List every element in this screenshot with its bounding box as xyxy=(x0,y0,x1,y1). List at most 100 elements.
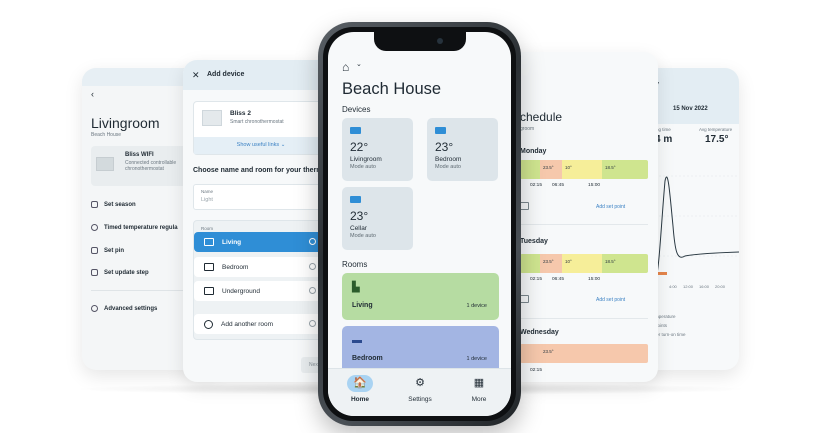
menu-item-set-season[interactable]: Set season xyxy=(91,201,136,208)
close-icon[interactable]: ✕ xyxy=(192,70,200,81)
room-card-living[interactable]: ▙ Living 1 device xyxy=(342,273,499,320)
segment: 18.5° xyxy=(602,254,648,273)
device-count: 1 device xyxy=(466,356,488,362)
axis-tick: 12:00 xyxy=(683,284,694,289)
device-card-bedroom[interactable]: 23° Bedroom Mode auto xyxy=(427,118,498,181)
home-screen: ⌂ ⌄ Beach House Devices 22° Livingroom M… xyxy=(328,32,511,416)
name-field[interactable]: Name Light xyxy=(193,184,333,210)
menu-item-set-pin[interactable]: Set pin xyxy=(91,247,124,254)
room-option-underground[interactable]: Underground xyxy=(194,281,322,301)
device-card-cellar[interactable]: 23° Cellar Mode auto xyxy=(342,187,413,250)
header: ✕ Add device xyxy=(183,60,333,90)
radio-icon xyxy=(309,263,316,270)
schedule-bar-monday[interactable]: 23.5° 10° 18.5° xyxy=(520,160,648,179)
thermostat-icon xyxy=(350,196,361,203)
bed-icon xyxy=(204,263,214,271)
radio-icon xyxy=(309,238,316,245)
device-card: Bliss 2 Smart chronothermostat Show usef… xyxy=(193,101,329,155)
devices-heading: Devices xyxy=(342,105,371,114)
season-icon xyxy=(91,201,98,208)
tab-label: More xyxy=(471,396,487,403)
menu-item-advanced-settings[interactable]: Advanced settings xyxy=(91,305,157,312)
device-name: Bliss WIFI xyxy=(125,152,154,158)
underground-icon xyxy=(204,287,214,295)
day-monday: Monday xyxy=(520,148,547,155)
grid-icon: ▦ xyxy=(473,377,485,389)
divider xyxy=(520,224,648,225)
add-set-point-link[interactable]: Add set point xyxy=(596,204,625,210)
legend-item: ter turn-on time xyxy=(655,332,686,337)
back-icon[interactable]: ‹ xyxy=(91,89,94,99)
thermostat-icon xyxy=(96,157,114,171)
device-count: 1 device xyxy=(466,303,488,309)
device-mode: Mode auto xyxy=(350,233,376,239)
app-showcase: ‹ Livingroom Beach House Bliss WIFI Conn… xyxy=(0,0,822,433)
axis-tick: 20:00 xyxy=(715,284,726,289)
tab-label: Settings xyxy=(408,396,432,403)
tab-home[interactable]: 🏠 Home xyxy=(330,369,390,416)
house-icon[interactable]: ⌂ xyxy=(342,60,349,74)
time-labels: 02:15 06:45 15:00 xyxy=(530,277,601,282)
add-another-room-button[interactable]: Add another room xyxy=(194,314,322,334)
field-label: Room xyxy=(201,226,214,231)
segment: 18.5° xyxy=(602,160,648,179)
temperature: 23° xyxy=(350,209,369,223)
device-mode: Mode auto xyxy=(435,164,461,170)
tab-settings[interactable]: ⚙ Settings xyxy=(390,369,450,416)
schedule-bar-tuesday[interactable]: 23.5° 10° 18.5° xyxy=(520,254,648,273)
axis-tick: 16:00 xyxy=(699,284,710,289)
page-subtitle: Beach House xyxy=(91,132,122,138)
page-title: Add device xyxy=(207,71,245,78)
notch xyxy=(374,32,466,51)
schedule-bar-wednesday[interactable]: 23.5° xyxy=(520,344,648,363)
radio-icon xyxy=(309,320,316,327)
house-icon: 🏠 xyxy=(347,375,373,392)
segment: 23.5° xyxy=(540,344,648,363)
device-name: Bliss 2 xyxy=(230,110,251,117)
camera xyxy=(437,38,443,44)
temperature: 23° xyxy=(435,140,454,154)
room-card-bedroom[interactable]: ▬ Bedroom 1 device xyxy=(342,326,499,373)
segment xyxy=(520,254,540,273)
segment xyxy=(520,160,540,179)
plus-icon xyxy=(204,319,213,329)
tab-more[interactable]: ▦ More xyxy=(449,369,509,416)
section-heading: Choose name and room for your thermos xyxy=(193,167,331,174)
phone-frame: ⌂ ⌄ Beach House Devices 22° Livingroom M… xyxy=(318,22,521,426)
schedule-screen: chedule groom Monday 23.5° 10° 18.5° 02:… xyxy=(510,52,658,382)
menu-item-timed-temperature[interactable]: Timed temperature regula xyxy=(91,224,178,231)
sofa-icon: ▙ xyxy=(352,282,360,293)
room-name: Living xyxy=(352,302,373,309)
tab-bar: 🏠 Home ⚙ Settings ▦ More xyxy=(328,368,511,416)
page-subtitle: groom xyxy=(520,126,535,132)
show-useful-links-button[interactable]: Show useful links ⌄ xyxy=(194,137,328,154)
field-value: Light xyxy=(201,197,213,203)
segment: 10° xyxy=(562,254,602,273)
copy-icon[interactable] xyxy=(520,202,529,210)
day-wednesday: Wednesday xyxy=(520,329,559,336)
page-title: chedule xyxy=(520,110,563,124)
temperature: 22° xyxy=(350,140,369,154)
bed-icon: ▬ xyxy=(352,335,362,346)
add-set-point-link[interactable]: Add set point xyxy=(596,297,625,303)
page-title: Beach House xyxy=(342,80,442,98)
menu-item-set-update-step[interactable]: Set update step xyxy=(91,269,149,276)
add-device-screen: ✕ Add device Bliss 2 Smart chronothermos… xyxy=(183,60,333,382)
copy-icon[interactable] xyxy=(520,295,529,303)
date-selector[interactable]: 15 Nov 2022 xyxy=(673,106,708,112)
temperature-graph xyxy=(655,175,739,282)
device-card-livingroom[interactable]: 22° Livingroom Mode auto xyxy=(342,118,413,181)
device-name: Cellar xyxy=(350,225,367,232)
device-mode: Mode auto xyxy=(350,164,376,170)
chevron-down-icon[interactable]: ⌄ xyxy=(356,60,362,68)
sofa-icon xyxy=(204,238,214,246)
field-label: Name xyxy=(201,189,214,194)
room-option-living[interactable]: Living xyxy=(194,232,322,252)
device-name: Livingroom xyxy=(350,156,382,163)
segment: 23.5° xyxy=(540,254,562,273)
room-option-bedroom[interactable]: Bedroom xyxy=(194,257,322,277)
axis-tick: 4:00 xyxy=(669,284,677,289)
time-labels: 02:15 xyxy=(530,368,543,373)
lock-icon xyxy=(91,247,98,254)
room-name: Bedroom xyxy=(352,355,383,362)
